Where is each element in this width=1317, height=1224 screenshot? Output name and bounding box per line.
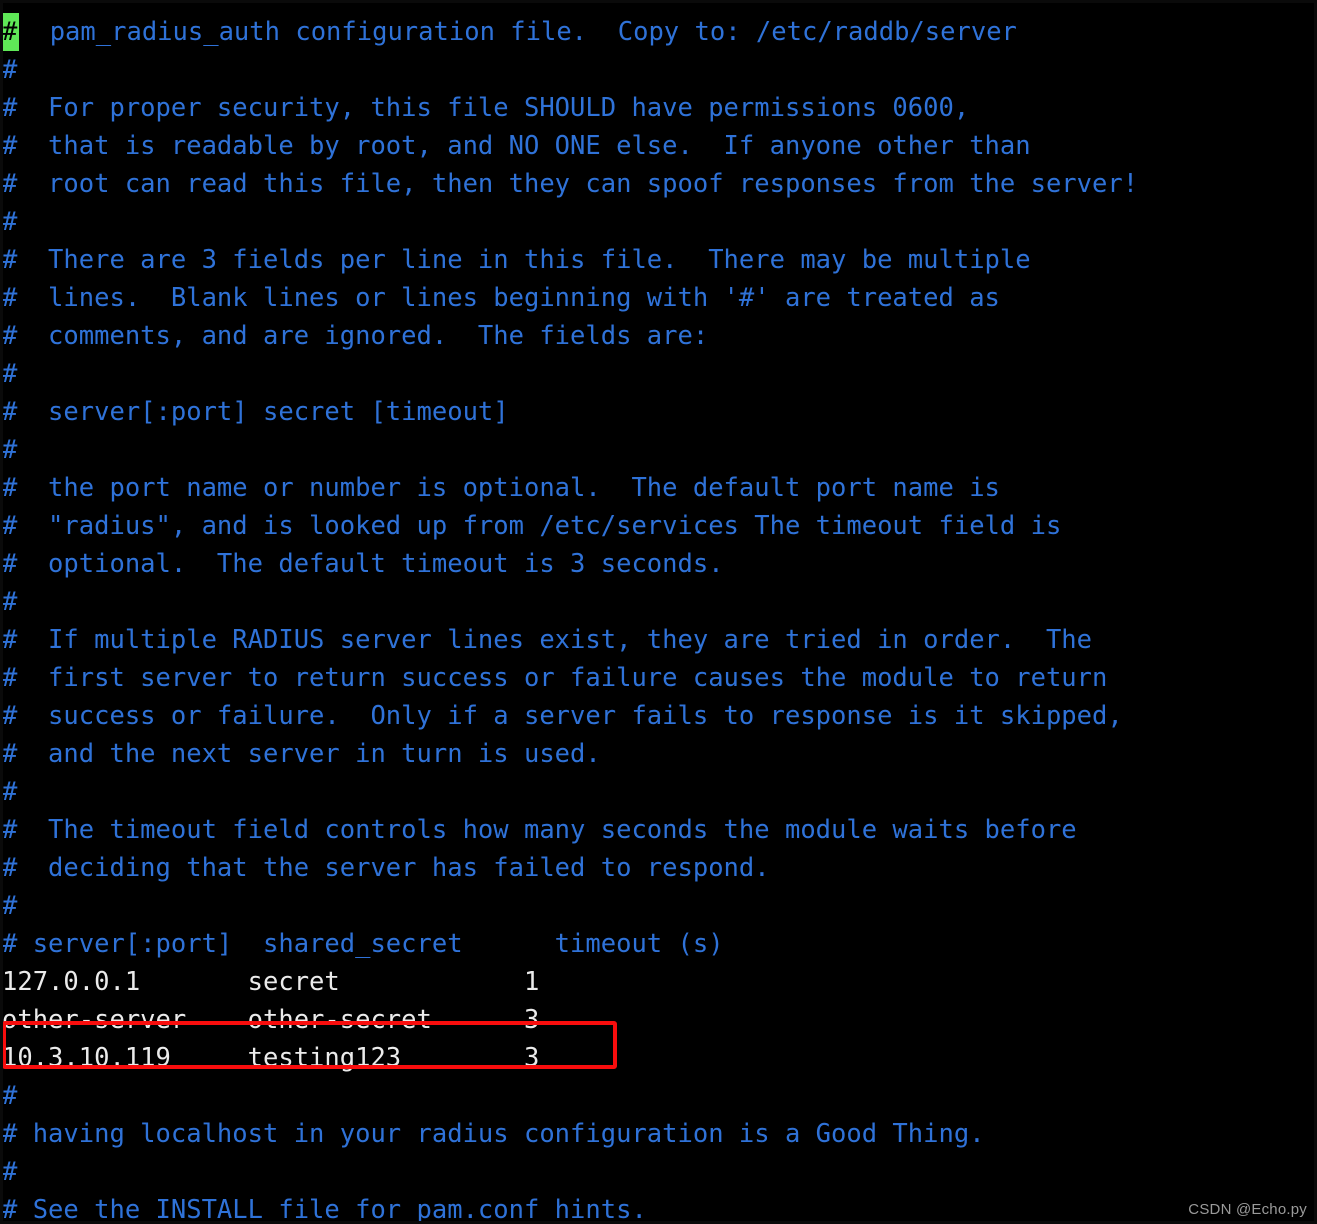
- comment-line[interactable]: #: [0, 583, 1317, 621]
- comment-line[interactable]: # the port name or number is optional. T…: [0, 469, 1317, 507]
- frame-edge-left: [0, 0, 3, 1224]
- comment-line[interactable]: # having localhost in your radius config…: [0, 1115, 1317, 1153]
- comment-line[interactable]: # server[:port] secret [timeout]: [0, 393, 1317, 431]
- comment-line[interactable]: # deciding that the server has failed to…: [0, 849, 1317, 887]
- comment-line[interactable]: # "radius", and is looked up from /etc/s…: [0, 507, 1317, 545]
- config-entry-line[interactable]: 127.0.0.1 secret 1: [0, 963, 1317, 1001]
- comment-line[interactable]: # root can read this file, then they can…: [0, 165, 1317, 203]
- config-entry-line[interactable]: 10.3.10.119 testing123 3: [0, 1039, 1317, 1077]
- comment-line[interactable]: # comments, and are ignored. The fields …: [0, 317, 1317, 355]
- comment-line[interactable]: # pam_radius_auth configuration file. Co…: [0, 13, 1317, 51]
- comment-line[interactable]: #: [0, 431, 1317, 469]
- comment-line[interactable]: #: [0, 51, 1317, 89]
- comment-line[interactable]: #: [0, 1153, 1317, 1191]
- text-cursor: #: [2, 13, 19, 51]
- config-entry-line[interactable]: other-server other-secret 3: [0, 1001, 1317, 1039]
- frame-edge-top: [0, 0, 1317, 3]
- comment-line[interactable]: # For proper security, this file SHOULD …: [0, 89, 1317, 127]
- comment-line[interactable]: #: [0, 355, 1317, 393]
- comment-line[interactable]: # first server to return success or fail…: [0, 659, 1317, 697]
- comment-line[interactable]: #: [0, 773, 1317, 811]
- comment-line[interactable]: # success or failure. Only if a server f…: [0, 697, 1317, 735]
- comment-line[interactable]: #: [0, 887, 1317, 925]
- comment-line[interactable]: # If multiple RADIUS server lines exist,…: [0, 621, 1317, 659]
- comment-line[interactable]: # server[:port] shared_secret timeout (s…: [0, 925, 1317, 963]
- comment-line[interactable]: # The timeout field controls how many se…: [0, 811, 1317, 849]
- comment-line[interactable]: # optional. The default timeout is 3 sec…: [0, 545, 1317, 583]
- comment-line[interactable]: # lines. Blank lines or lines beginning …: [0, 279, 1317, 317]
- comment-line[interactable]: # and the next server in turn is used.: [0, 735, 1317, 773]
- comment-line[interactable]: # There are 3 fields per line in this fi…: [0, 241, 1317, 279]
- comment-line[interactable]: #: [0, 1077, 1317, 1115]
- terminal-window[interactable]: # pam_radius_auth configuration file. Co…: [0, 0, 1317, 1224]
- comment-line[interactable]: #: [0, 203, 1317, 241]
- watermark-label: CSDN @Echo.py: [1188, 1201, 1307, 1218]
- comment-line[interactable]: # See the INSTALL file for pam.conf hint…: [0, 1191, 1317, 1224]
- comment-line[interactable]: # that is readable by root, and NO ONE e…: [0, 127, 1317, 165]
- file-content[interactable]: # pam_radius_auth configuration file. Co…: [0, 0, 1317, 1224]
